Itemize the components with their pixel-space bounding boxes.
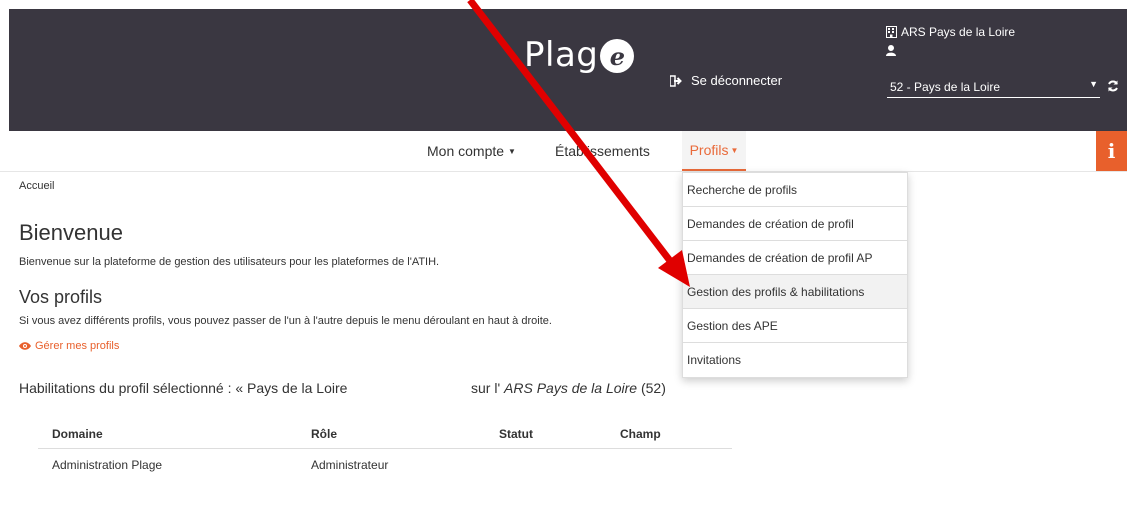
habilitations-table-header: Domaine Rôle Statut Champ: [38, 420, 732, 449]
menu-item-recherche-profils[interactable]: Recherche de profils: [683, 173, 907, 207]
refresh-icon[interactable]: [1107, 80, 1119, 92]
logout-button[interactable]: Se déconnecter: [670, 73, 782, 88]
column-header-statut: Statut: [499, 427, 533, 441]
habilitations-org-code: (52): [640, 380, 666, 396]
menu-item-demandes-creation-profil-ap[interactable]: Demandes de création de profil AP: [683, 241, 907, 275]
plage-logo[interactable]: Plag e: [524, 31, 635, 79]
profile-region-select[interactable]: 52 - Pays de la Loire ▼: [887, 75, 1100, 98]
habilitations-heading: Habilitations du profil sélectionné : « …: [19, 380, 348, 396]
profiles-text: Si vous avez différents profils, vous po…: [19, 315, 552, 327]
main-navbar: Mon compte ▼ Établissements Profils ▼: [0, 131, 1127, 172]
column-header-champ: Champ: [620, 427, 661, 441]
nav-label: Établissements: [555, 143, 650, 159]
eye-icon: [19, 342, 31, 350]
table-cell-role: Administrateur: [311, 458, 389, 472]
menu-item-invitations[interactable]: Invitations: [683, 343, 907, 377]
sign-out-icon: [670, 74, 682, 87]
column-header-role: Rôle: [311, 427, 338, 441]
select-caret-icon: ▼: [1089, 79, 1098, 89]
table-cell-domaine: Administration Plage: [52, 458, 163, 472]
habilitations-org-name: ARS Pays de la Loire: [504, 380, 638, 396]
menu-item-gestion-ape[interactable]: Gestion des APE: [683, 309, 907, 343]
manage-profiles-label: Gérer mes profils: [35, 340, 120, 352]
breadcrumb[interactable]: Accueil: [19, 180, 54, 192]
habilitations-organization: sur l' ARS Pays de la Loire (52): [471, 380, 666, 396]
building-icon: [886, 26, 897, 38]
caret-down-icon: ▼: [508, 146, 516, 156]
welcome-text: Bienvenue sur la plateforme de gestion d…: [19, 256, 440, 268]
menu-item-demandes-creation-profil[interactable]: Demandes de création de profil: [683, 207, 907, 241]
profiles-heading: Vos profils: [19, 287, 103, 307]
nav-item-etablissements[interactable]: Établissements: [555, 131, 650, 171]
user-icon: [886, 45, 896, 56]
region-select-value: 52 - Pays de la Loire: [890, 80, 1001, 94]
profils-dropdown-menu: Recherche de profils Demandes de créatio…: [682, 172, 908, 378]
page-title: Bienvenue: [19, 220, 123, 245]
menu-item-gestion-profils-habilitations[interactable]: Gestion des profils & habilitations: [683, 275, 907, 309]
habilitations-on-text: sur l': [471, 380, 501, 396]
logo-e-badge: e: [600, 39, 635, 73]
manage-profiles-link[interactable]: Gérer mes profils: [19, 340, 119, 352]
logo-text: Plag: [524, 35, 599, 75]
app-header: Plag e Se déconnecter ARS Pays de la Loi…: [9, 9, 1127, 131]
nav-item-profils[interactable]: Profils ▼: [682, 131, 746, 171]
nav-label: Profils: [689, 142, 729, 158]
info-button[interactable]: i: [1096, 131, 1127, 171]
nav-item-mon-compte[interactable]: Mon compte ▼: [427, 131, 516, 171]
logout-label: Se déconnecter: [691, 73, 783, 88]
organization-label: ARS Pays de la Loire: [886, 25, 1015, 39]
column-header-domaine: Domaine: [52, 427, 103, 441]
nav-label: Mon compte: [427, 143, 505, 159]
caret-down-icon: ▼: [730, 145, 739, 155]
organization-name: ARS Pays de la Loire: [901, 25, 1016, 39]
